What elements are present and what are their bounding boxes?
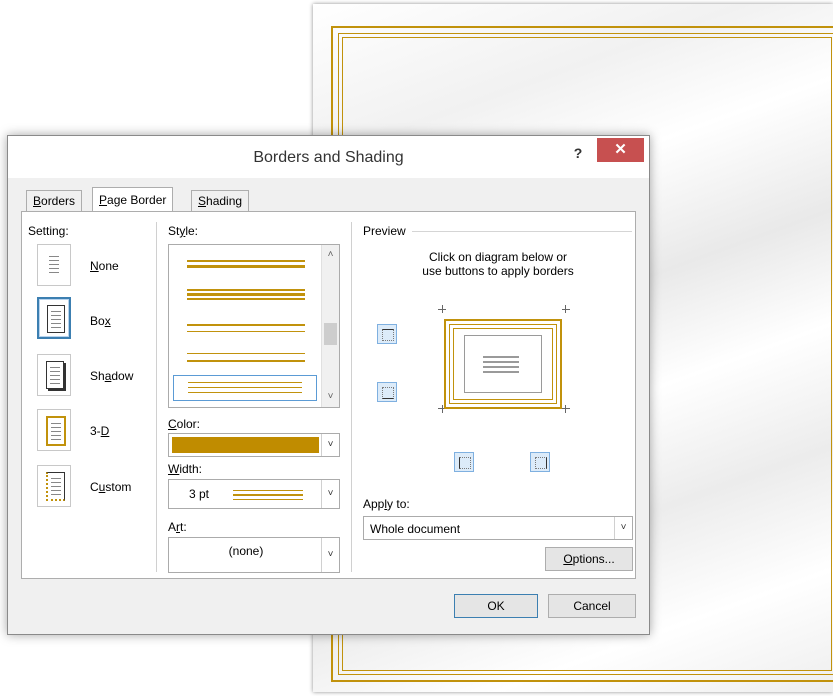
left-border-button[interactable] [454, 452, 474, 472]
setting-shadow-icon[interactable] [37, 354, 71, 396]
style-option[interactable] [187, 319, 305, 339]
close-button[interactable]: ✕ [597, 138, 644, 162]
custom-page-icon [46, 472, 65, 501]
page-icon [46, 251, 62, 277]
options-button[interactable]: Options... [545, 547, 633, 571]
width-dropdown[interactable]: 3 pt ˅ [168, 479, 340, 509]
3d-page-icon [46, 416, 66, 446]
setting-3d-icon[interactable] [37, 409, 71, 451]
setting-label: Setting: [28, 224, 69, 238]
column-divider [156, 222, 157, 572]
preview-diagram[interactable] [438, 305, 570, 413]
scroll-thumb[interactable] [324, 323, 337, 345]
chevron-down-icon[interactable]: ˅ [614, 517, 632, 539]
setting-box-icon[interactable] [37, 297, 71, 339]
scroll-down-icon[interactable]: ˅ [322, 389, 339, 405]
art-dropdown[interactable]: (none) ˅ [168, 537, 340, 573]
setting-custom-icon[interactable] [37, 465, 71, 507]
style-option-selected[interactable] [173, 375, 317, 401]
setting-shadow-label[interactable]: Shadow [90, 369, 133, 383]
chevron-down-icon[interactable]: ˅ [321, 480, 339, 508]
borders-and-shading-dialog: Borders and Shading ? ✕ Borders Page Bor… [7, 135, 650, 635]
art-value: (none) [228, 544, 264, 558]
color-swatch [172, 437, 319, 453]
setting-custom-label[interactable]: Custom [90, 480, 131, 494]
page-border-panel: Setting: None Box Shadow 3-D Custom Styl… [21, 211, 636, 579]
preview-divider [412, 231, 632, 232]
setting-none-label[interactable]: None [90, 259, 119, 273]
preview-hint-line1: Click on diagram below or [428, 250, 568, 264]
right-border-button[interactable] [530, 452, 550, 472]
style-option[interactable] [187, 349, 305, 369]
apply-to-label: Apply to: [363, 497, 410, 511]
width-value: 3 pt [189, 487, 210, 501]
style-label: Style: [168, 224, 199, 238]
tab-page-border[interactable]: Page Border [92, 187, 174, 212]
tab-shading[interactable]: Shading [191, 190, 250, 211]
cancel-button[interactable]: Cancel [548, 594, 636, 618]
title-bar: Borders and Shading ? ✕ [8, 136, 649, 178]
top-border-button[interactable] [377, 324, 397, 344]
shadow-page-icon [46, 361, 64, 389]
art-label: Art: [168, 520, 187, 534]
setting-3d-label[interactable]: 3-D [90, 424, 109, 438]
chevron-down-icon[interactable]: ˅ [321, 434, 339, 456]
column-divider [351, 222, 352, 572]
help-button[interactable]: ? [566, 142, 590, 164]
preview-border-outer [444, 319, 562, 409]
style-option[interactable] [187, 285, 305, 305]
setting-none-icon[interactable] [37, 244, 71, 286]
style-scrollbar[interactable]: ˄ ˅ [321, 245, 339, 407]
apply-to-dropdown[interactable]: Whole document ˅ [363, 516, 633, 540]
preview-page [464, 335, 542, 393]
style-option[interactable] [187, 255, 305, 275]
preview-hint-line2: use buttons to apply borders [422, 264, 574, 278]
scroll-up-icon[interactable]: ˄ [322, 247, 339, 263]
bottom-border-button[interactable] [377, 382, 397, 402]
tab-borders[interactable]: Borders [26, 190, 83, 211]
color-dropdown[interactable]: ˅ [168, 433, 340, 457]
chevron-down-icon[interactable]: ˅ [321, 538, 339, 572]
width-label: Width: [168, 462, 203, 476]
ok-button[interactable]: OK [454, 594, 538, 618]
dialog-title: Borders and Shading [253, 149, 404, 166]
preview-title: Preview [363, 224, 406, 238]
style-list[interactable]: ˄ ˅ [168, 244, 340, 408]
apply-to-value: Whole document [370, 522, 461, 536]
setting-box-label[interactable]: Box [90, 314, 111, 328]
boxed-page-icon [47, 305, 65, 333]
color-label: Color: [168, 417, 201, 431]
